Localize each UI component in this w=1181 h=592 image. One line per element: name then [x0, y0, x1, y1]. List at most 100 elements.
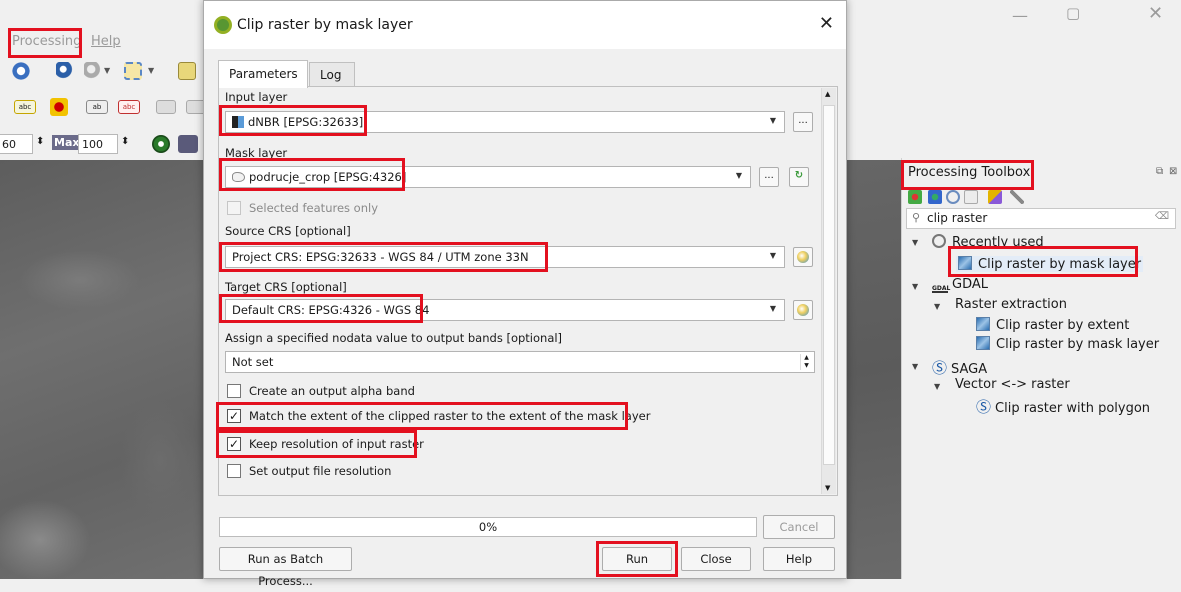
toolbar-top: ▼ ▼: [0, 56, 210, 86]
map-canvas[interactable]: [0, 160, 206, 579]
identify-icon[interactable]: [56, 62, 74, 80]
help-button[interactable]: Help: [763, 547, 835, 571]
min-spinbox[interactable]: 60: [0, 134, 33, 154]
options-icon[interactable]: [1010, 190, 1024, 204]
history-icon[interactable]: [946, 190, 960, 204]
spin-arrows-icon[interactable]: ▲ ▼: [800, 354, 812, 370]
max-spinbox[interactable]: 100: [78, 134, 118, 154]
progress-bar: 0%: [219, 517, 757, 537]
rotate-label-icon[interactable]: [156, 100, 176, 114]
menu-help[interactable]: Help: [91, 34, 121, 49]
spin-arrows-icon[interactable]: ⬍: [121, 136, 129, 147]
expand-arrow-icon[interactable]: ▼: [912, 238, 918, 247]
chevron-down-icon: ▼: [769, 251, 776, 260]
refresh-icon[interactable]: [12, 62, 30, 80]
match-extent-checkbox[interactable]: ✓: [227, 409, 241, 423]
window-close-icon[interactable]: ✕: [1148, 3, 1163, 24]
tree-recently-used[interactable]: Recently used: [932, 234, 1044, 250]
iterate-icon[interactable]: ↻: [789, 167, 809, 187]
results-icon[interactable]: [964, 190, 978, 204]
chevron-down-icon[interactable]: ▼: [104, 62, 122, 80]
tab-log[interactable]: Log: [309, 62, 355, 87]
mask-browse-button[interactable]: ...: [759, 167, 779, 187]
selected-features-checkbox[interactable]: [227, 201, 241, 215]
input-layer-combo[interactable]: dNBR [EPSG:32633] ▼: [225, 111, 785, 133]
tree-item-recent-clip-mask[interactable]: Clip raster by mask layer: [956, 256, 1144, 272]
history-icon: [932, 234, 946, 248]
minimize-icon[interactable]: —: [1012, 6, 1028, 25]
alpha-band-checkbox[interactable]: [227, 384, 241, 398]
tree-saga[interactable]: Ⓢ SAGA: [932, 357, 987, 378]
expand-arrow-icon[interactable]: ▼: [912, 282, 918, 291]
target-crs-select-icon[interactable]: [793, 300, 813, 320]
tree-item-clip-polygon[interactable]: Ⓢ Clip raster with polygon: [976, 396, 1150, 417]
tree-item-clip-mask[interactable]: Clip raster by mask layer: [976, 336, 1159, 352]
nodata-label: Assign a specified nodata value to outpu…: [225, 331, 563, 345]
chevron-down-icon[interactable]: ▼: [148, 62, 166, 80]
table-icon[interactable]: [178, 62, 196, 80]
scroll-thumb[interactable]: [823, 105, 835, 465]
close-panel-icon[interactable]: ⊠: [1169, 166, 1177, 177]
nodata-spinbox[interactable]: Not set ▲ ▼: [225, 351, 815, 373]
clear-search-icon[interactable]: ⌫: [1155, 211, 1169, 222]
select-icon[interactable]: [124, 62, 142, 80]
tab-parameters[interactable]: Parameters: [218, 60, 308, 88]
scrollbar[interactable]: ▲ ▼: [821, 88, 836, 494]
tree-label: Recently used: [952, 235, 1044, 250]
close-icon[interactable]: ✕: [819, 13, 834, 34]
nodata-value: Not set: [232, 355, 274, 369]
dialog-titlebar: Clip raster by mask layer ✕: [204, 1, 846, 49]
stretch-icon[interactable]: [178, 135, 198, 153]
move-label-icon[interactable]: ab: [86, 100, 108, 114]
menu-processing[interactable]: Processing: [12, 34, 81, 49]
expand-arrow-icon[interactable]: ▼: [934, 382, 940, 391]
zoom-icon[interactable]: [84, 62, 102, 80]
tree-raster-extraction[interactable]: Raster extraction: [955, 297, 1067, 312]
progress-text: 0%: [478, 520, 498, 534]
float-panel-icon[interactable]: ⧉: [1156, 166, 1163, 177]
input-layer-value: dNBR [EPSG:32633]: [248, 115, 364, 129]
input-browse-button[interactable]: ...: [793, 112, 813, 132]
saga-icon: Ⓢ: [932, 359, 948, 377]
spin-arrows-icon[interactable]: ⬍: [36, 136, 44, 147]
tree-gdal[interactable]: GDAL GDAL: [932, 277, 988, 293]
toolbox-title: Processing Toolbox: [908, 165, 1031, 180]
edit-features-icon[interactable]: [988, 190, 1002, 204]
label-abc-icon[interactable]: abc: [14, 100, 36, 114]
target-crs-value: Default CRS: EPSG:4326 - WGS 84: [232, 303, 430, 317]
close-button[interactable]: Close: [681, 547, 751, 571]
change-label-icon[interactable]: abc: [118, 100, 140, 114]
target-crs-combo[interactable]: Default CRS: EPSG:4326 - WGS 84 ▼: [225, 299, 785, 321]
source-crs-combo[interactable]: Project CRS: EPSG:32633 - WGS 84 / UTM z…: [225, 246, 785, 268]
gdal-icon: GDAL: [932, 279, 950, 293]
toolbox-search-input[interactable]: ⚲ clip raster ⌫: [906, 208, 1176, 229]
tree-vector-raster[interactable]: Vector <-> raster: [955, 377, 1070, 392]
scroll-up-icon[interactable]: ▲: [825, 90, 830, 98]
source-crs-select-icon[interactable]: [793, 247, 813, 267]
mask-layer-combo[interactable]: podrucje_crop [EPSG:4326] ▼: [225, 166, 751, 188]
raster-layer-icon: [232, 116, 244, 128]
alpha-band-label: Create an output alpha band: [249, 384, 415, 398]
keep-resolution-checkbox[interactable]: ✓: [227, 437, 241, 451]
selected-features-label: Selected features only: [249, 201, 378, 215]
tree-label: Clip raster by mask layer: [978, 257, 1142, 272]
maximize-icon[interactable]: ▢: [1066, 4, 1080, 22]
processing-toolbox: Processing Toolbox ⧉ ⊠ ⚲ clip raster ⌫ ▼…: [901, 158, 1181, 579]
zoom-in-icon[interactable]: [152, 135, 170, 153]
scripts-icon[interactable]: [928, 190, 942, 204]
source-crs-label: Source CRS [optional]: [225, 224, 351, 238]
cancel-button[interactable]: Cancel: [763, 515, 835, 539]
expand-arrow-icon[interactable]: ▼: [934, 302, 940, 311]
pin-label-icon[interactable]: [50, 98, 68, 116]
tree-item-clip-extent[interactable]: Clip raster by extent: [976, 317, 1129, 333]
tree-label: GDAL: [952, 277, 988, 292]
expand-arrow-icon[interactable]: ▼: [912, 362, 918, 371]
set-resolution-checkbox[interactable]: [227, 464, 241, 478]
scroll-down-icon[interactable]: ▼: [825, 484, 830, 492]
mask-layer-label: Mask layer: [225, 146, 288, 160]
map-canvas-right[interactable]: [847, 160, 901, 579]
run-button[interactable]: Run: [602, 547, 672, 571]
models-icon[interactable]: [908, 190, 922, 204]
run-batch-button[interactable]: Run as Batch Process...: [219, 547, 352, 588]
raster-clip-icon: [958, 256, 972, 270]
